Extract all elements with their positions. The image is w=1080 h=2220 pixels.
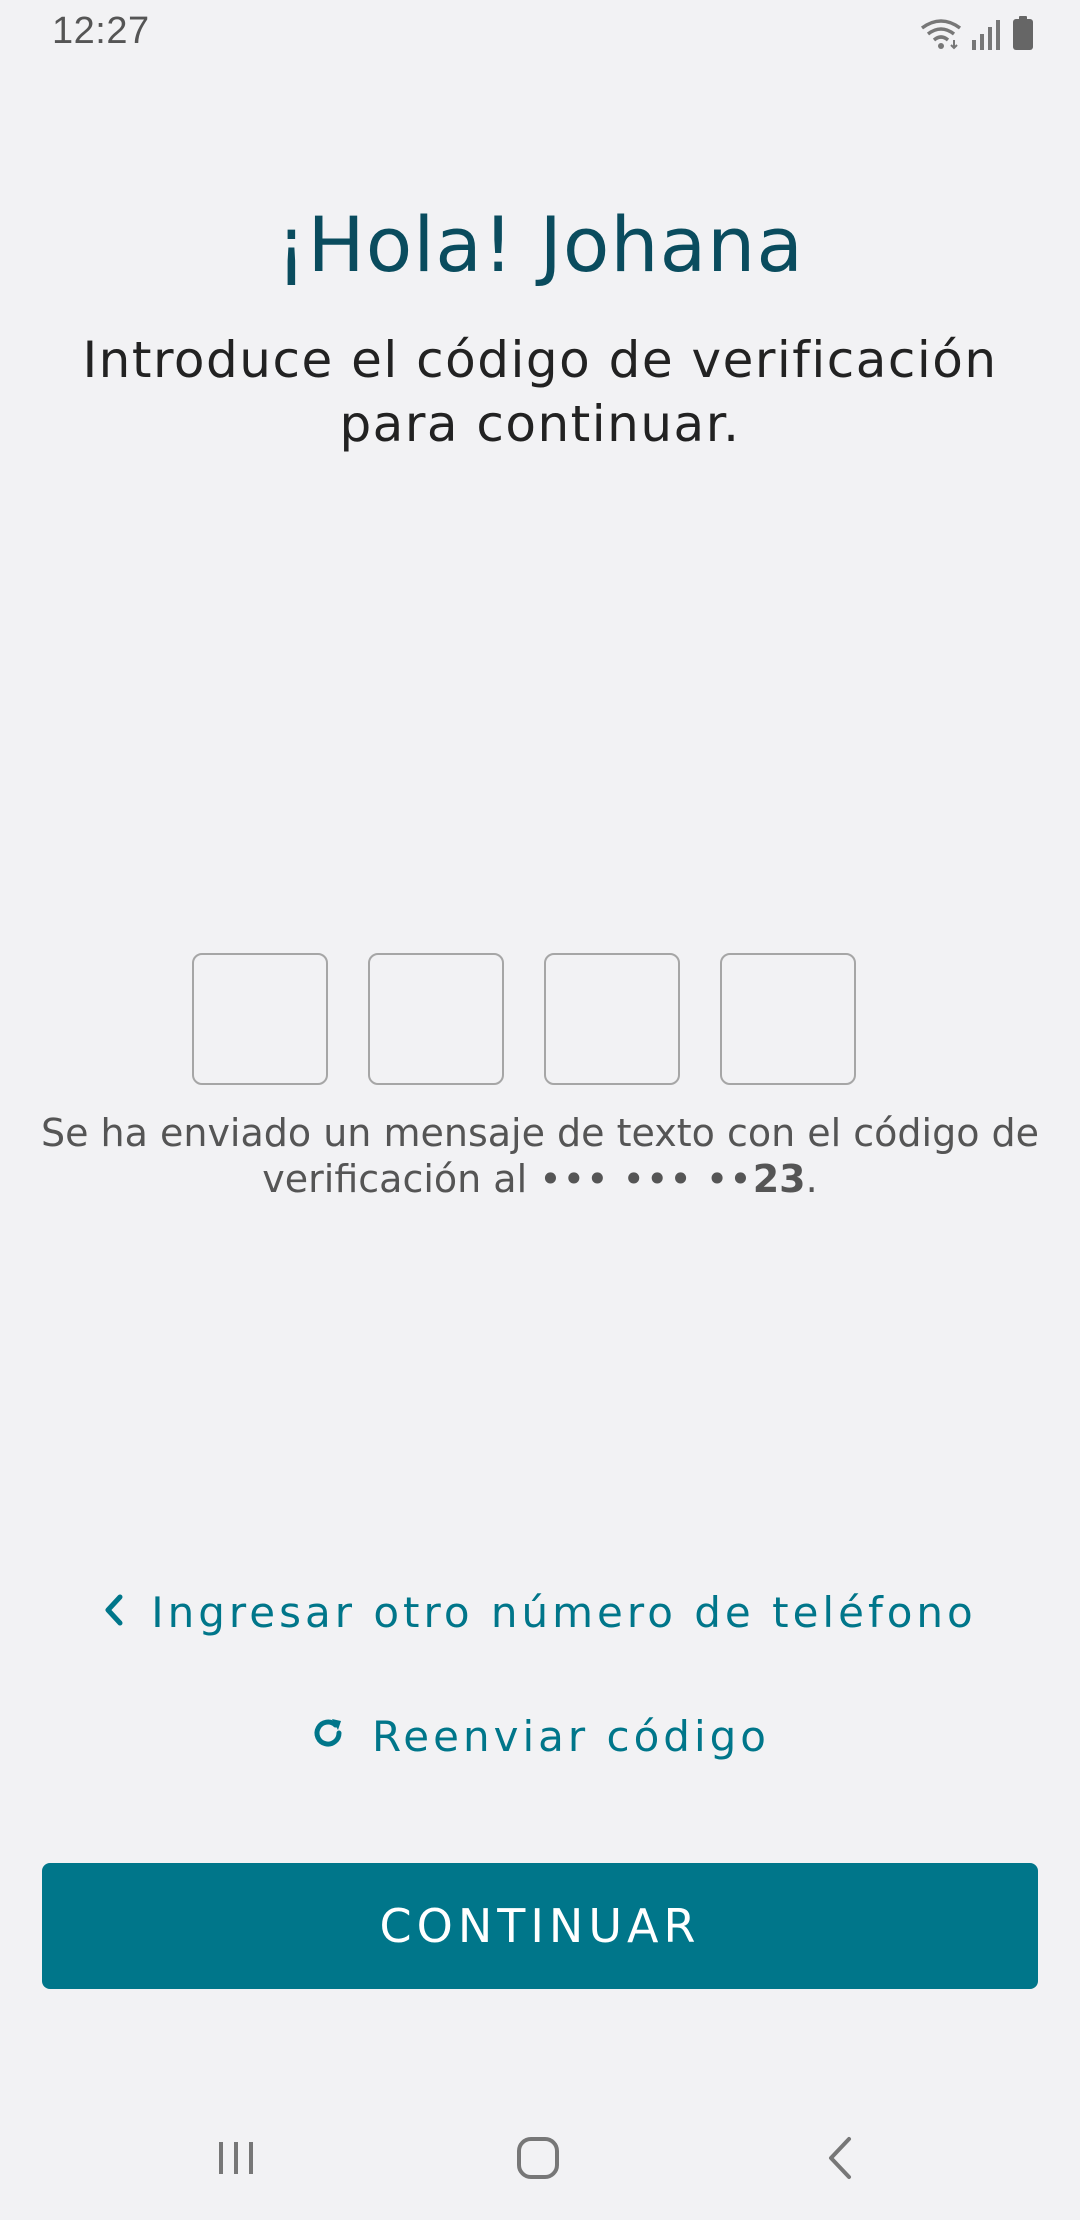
recents-icon [214,2138,258,2183]
continue-button[interactable]: CONTINUAR [42,1863,1038,1989]
sms-sent-message: Se ha enviado un mensaje de texto con el… [30,1110,1050,1202]
verification-code-input [192,953,856,1087]
resend-code-link[interactable]: Reenviar código [0,1706,1080,1766]
masked-phone-number: ••• ••• •• [539,1157,753,1201]
status-icons [920,14,1034,50]
sms-sent-suffix: . [805,1157,818,1201]
instructions-text: Introduce el código de verificación para… [82,331,998,453]
battery-icon [1012,16,1034,50]
resend-code-label: Reenviar código [372,1711,770,1761]
code-digit-box-3[interactable] [544,953,680,1085]
back-button[interactable] [780,2110,900,2210]
recents-button[interactable] [176,2110,296,2210]
system-nav-bar [0,2110,1080,2210]
home-icon [515,2135,561,2186]
refresh-icon [310,1712,372,1761]
verification-screen: 12:27 ¡Hola! Johana Introduce el código … [0,0,1080,2220]
code-digit-box-4[interactable] [720,953,856,1085]
wifi-icon [920,18,962,50]
enter-other-number-link[interactable]: Ingresar otro número de teléfono [0,1582,1080,1642]
status-time: 12:27 [52,10,150,52]
greeting-title: ¡Hola! Johana [276,200,804,289]
phone-last-digits: 23 [752,1157,806,1201]
code-digit-box-1[interactable] [192,953,328,1085]
status-bar: 12:27 [0,0,1080,66]
home-button[interactable] [478,2110,598,2210]
enter-other-number-label: Ingresar otro número de teléfono [151,1587,977,1637]
back-icon [825,2135,855,2186]
code-digit-box-2[interactable] [368,953,504,1085]
signal-icon [972,18,1002,50]
chevron-left-icon [103,1588,151,1637]
